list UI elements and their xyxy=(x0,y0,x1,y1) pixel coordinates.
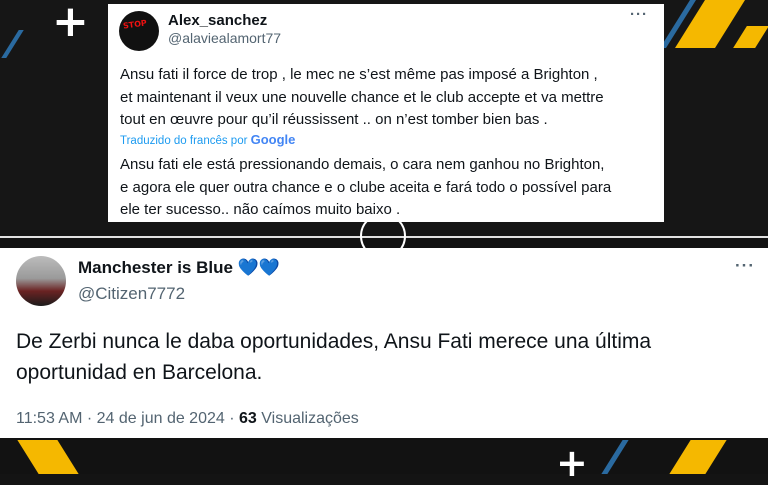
translated-line: ele ter sucesso.. não caímos muito baixo… xyxy=(120,201,401,218)
meta-separator: · xyxy=(229,410,235,427)
meta-separator: · xyxy=(86,410,93,427)
views-label: Visualizações xyxy=(261,410,359,427)
author-name[interactable]: Alex_sanchez xyxy=(168,12,267,29)
tweet-card-1: STOP Alex_sanchez @alaviealamort77 ··· A… xyxy=(108,4,664,222)
avatar-logo-text: STOP xyxy=(122,18,148,31)
plus-icon: + xyxy=(556,441,588,485)
more-options-icon[interactable]: ··· xyxy=(630,6,648,23)
more-options-icon[interactable]: ··· xyxy=(735,256,755,276)
translated-line: e agora ele quer outra chance e o clube … xyxy=(120,178,612,196)
tweet-text: Ansu fati il force de trop , le mec ne s… xyxy=(120,64,652,132)
tweet-text-line: De Zerbi nunca le daba oportunidades, An… xyxy=(16,330,652,353)
translated-line: Ansu fati ele está pressionando demais, … xyxy=(120,156,605,173)
tweet-text-line: Ansu fati il force de trop , le mec ne s… xyxy=(120,66,598,83)
tweet-card-2: Manchester is Blue 💙💙 @Citizen7772 ··· D… xyxy=(0,248,768,438)
tweet-date[interactable]: 24 de jun de 2024 xyxy=(97,410,225,427)
tweet-text-line: et maintenant il veux une nouvelle chanc… xyxy=(120,88,604,106)
plus-icon: + xyxy=(52,0,89,47)
translation-label[interactable]: Traduzido do francês por Google xyxy=(120,132,295,147)
tweet-text: De Zerbi nunca le daba oportunidades, An… xyxy=(16,326,736,388)
views-count[interactable]: 63 xyxy=(239,410,257,427)
author-name[interactable]: Manchester is Blue 💙💙 xyxy=(78,258,280,278)
tweet-text-line: tout en œuvre pour qu’il réussissent .. … xyxy=(120,111,548,128)
author-handle[interactable]: @Citizen7772 xyxy=(78,284,185,304)
tweet-text-line: oportunidad en Barcelona. xyxy=(16,361,263,384)
avatar[interactable]: STOP xyxy=(119,11,159,51)
avatar[interactable] xyxy=(16,256,66,306)
blue-heart-icon: 💙💙 xyxy=(237,258,281,278)
tweet-meta: 11:53 AM · 24 de jun de 2024 · 63 Visual… xyxy=(16,410,359,428)
google-logo: Google xyxy=(250,132,296,147)
translation-label-text: Traduzido do francês por xyxy=(120,135,248,147)
translated-text: Ansu fati ele está pressionando demais, … xyxy=(120,154,656,222)
tweet-time[interactable]: 11:53 AM xyxy=(16,410,82,427)
author-handle[interactable]: @alaviealamort77 xyxy=(168,30,281,46)
author-name-text: Manchester is Blue xyxy=(78,258,233,277)
